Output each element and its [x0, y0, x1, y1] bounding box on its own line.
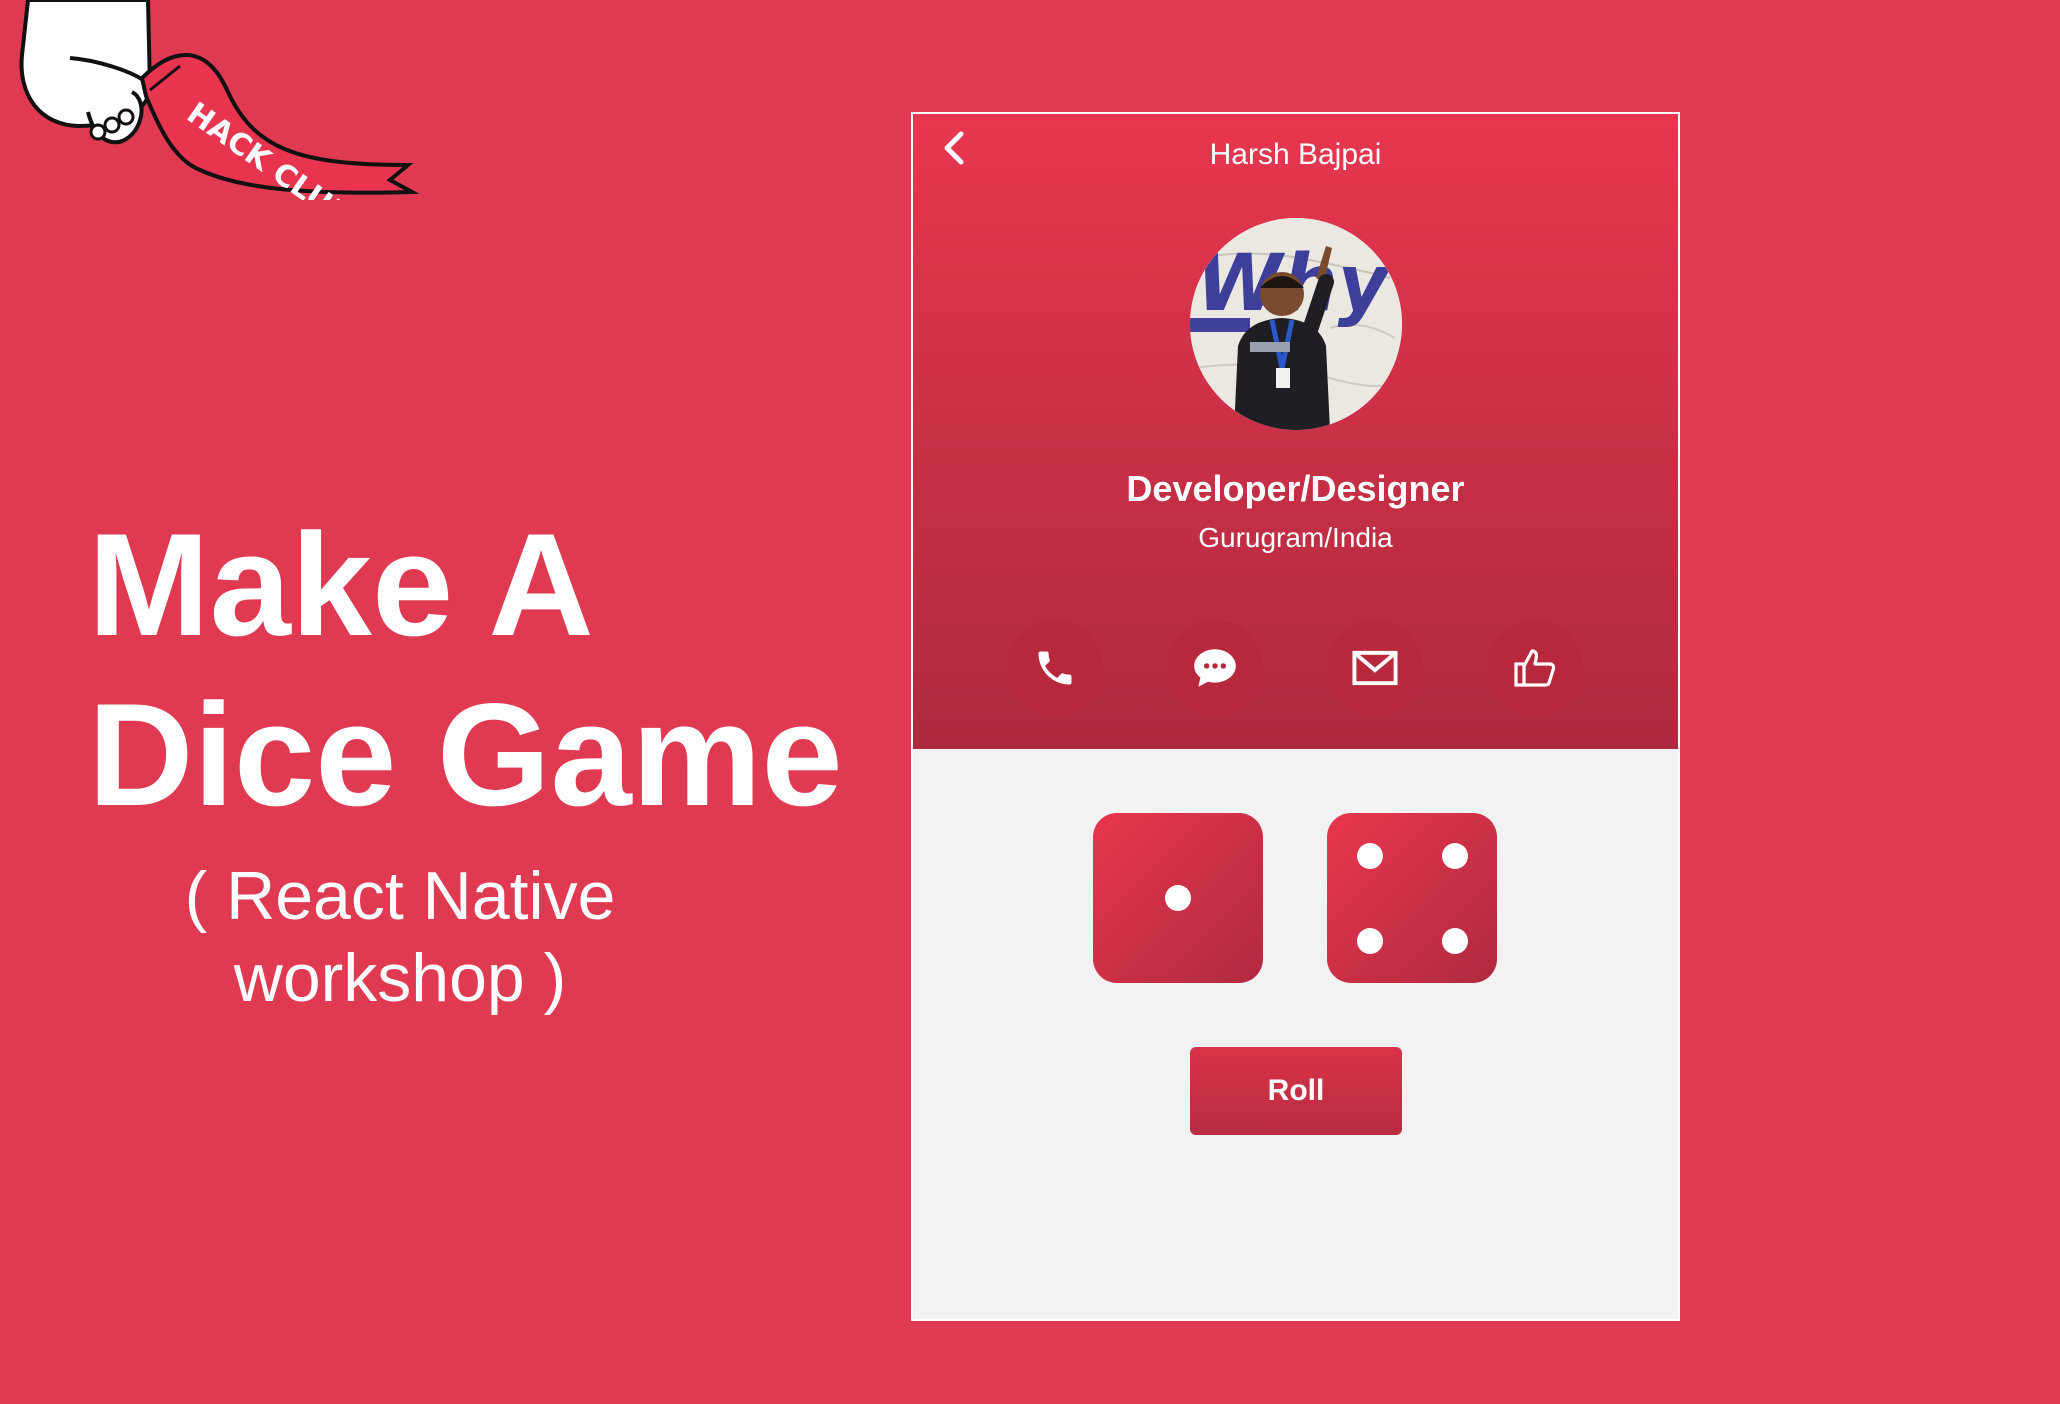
profile-header: Harsh Bajpai Why Developer/Designer: [913, 114, 1678, 749]
slide-subtitle-line-2: workshop ): [233, 940, 567, 1016]
die-two: [1327, 813, 1497, 983]
slide-title-line-1: Make A: [88, 503, 594, 666]
hack-club-logo: HACK CLUB: [0, 0, 440, 234]
phone-icon: [1038, 651, 1072, 685]
like-button[interactable]: [1487, 620, 1583, 716]
die-pip: [1165, 885, 1191, 911]
chat-bubble-icon: [1194, 649, 1236, 687]
slide-subtitle-line-1: ( React Native: [184, 858, 616, 934]
avatar: Why: [1190, 218, 1402, 430]
profile-role: Developer/Designer: [1126, 468, 1465, 509]
thumbs-up-icon: [1514, 649, 1556, 687]
call-button[interactable]: [1007, 620, 1103, 716]
profile-location: Gurugram/India: [1198, 522, 1393, 553]
email-button[interactable]: [1327, 620, 1423, 716]
die-pip: [1356, 927, 1383, 954]
slide-title-line-2: Dice Game: [88, 673, 843, 836]
die-one: [1093, 813, 1263, 983]
message-button[interactable]: [1167, 620, 1263, 716]
die-pip: [1441, 927, 1468, 954]
slide-title: Make A Dice Game: [88, 500, 843, 840]
phone-app-mockup: Harsh Bajpai Why Developer/Designer: [911, 112, 1680, 1321]
profile-name: Harsh Bajpai: [1209, 138, 1382, 171]
die-pip: [1441, 842, 1468, 869]
die-pip: [1356, 842, 1383, 869]
mail-icon: [1352, 650, 1398, 686]
slide-subtitle: ( React Native workshop ): [180, 855, 620, 1019]
roll-button[interactable]: Roll: [1190, 1047, 1402, 1135]
